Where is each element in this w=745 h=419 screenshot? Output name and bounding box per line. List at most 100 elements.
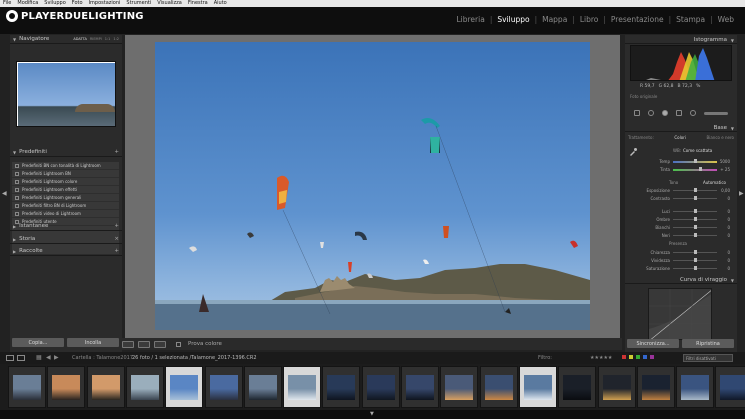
- slider-value[interactable]: 0: [727, 233, 730, 238]
- menu-item-file[interactable]: File: [3, 0, 11, 7]
- treatment-color[interactable]: Colori: [674, 135, 686, 142]
- filmstrip-thumbnail[interactable]: [243, 366, 282, 408]
- slider-temp[interactable]: Temp 5000: [630, 158, 732, 165]
- before-after-icon[interactable]: [138, 340, 150, 348]
- slider-esposizione[interactable]: Esposizione 0,00: [630, 187, 732, 194]
- compare-view-icon[interactable]: [154, 340, 166, 348]
- slider-value[interactable]: 0: [727, 225, 730, 230]
- slider-value[interactable]: + 25: [720, 167, 730, 172]
- menu-item-sviluppo[interactable]: Sviluppo: [44, 0, 66, 7]
- slider-saturazione[interactable]: Saturazione 0: [630, 265, 732, 272]
- wb-select[interactable]: Come scattata: [683, 148, 712, 153]
- slider-luci[interactable]: Luci 0: [630, 208, 732, 215]
- presets-header[interactable]: ▼ Predefiniti +: [10, 148, 122, 157]
- menu-item-foto[interactable]: Foto: [72, 0, 83, 7]
- filmstrip-thumbnail[interactable]: [8, 366, 46, 408]
- adjustment-brush-icon[interactable]: [704, 111, 728, 115]
- collections-header[interactable]: ▶ Raccolte +: [10, 247, 122, 256]
- slider-knob[interactable]: [693, 233, 697, 237]
- slider-value[interactable]: 0: [727, 250, 730, 255]
- tone-curve[interactable]: [648, 288, 712, 340]
- module-libreria[interactable]: Libreria: [451, 15, 489, 24]
- module-presentazione[interactable]: Presentazione: [606, 15, 669, 24]
- menu-item-strumenti[interactable]: Strumenti: [126, 0, 151, 7]
- slider-value[interactable]: 0: [727, 217, 730, 222]
- add-collection-icon[interactable]: +: [114, 248, 119, 254]
- slider-track[interactable]: [673, 169, 717, 171]
- clear-history-icon[interactable]: ×: [114, 236, 119, 242]
- slider-knob[interactable]: [693, 196, 697, 200]
- filmstrip-thumbnail[interactable]: [479, 366, 518, 408]
- slider-knob[interactable]: [693, 250, 697, 254]
- slider-ombre[interactable]: Ombre 0: [630, 216, 732, 223]
- color-label-filters[interactable]: [622, 355, 662, 360]
- slider-knob[interactable]: [693, 188, 697, 192]
- back-arrow-icon[interactable]: ◀: [46, 354, 51, 361]
- filmstrip-thumbnail[interactable]: [558, 366, 597, 408]
- rating-filter-stars[interactable]: ★★★★★: [590, 355, 612, 361]
- menu-item-finestra[interactable]: Finestra: [188, 0, 208, 7]
- folder-label[interactable]: Cartella : Talamone2017: [72, 355, 133, 361]
- filmstrip-thumbnail[interactable]: [322, 366, 361, 408]
- navigator-zoom-option[interactable]: RIEMPI: [90, 37, 102, 41]
- slider-knob[interactable]: [693, 159, 697, 163]
- filmstrip-thumbnail[interactable]: [440, 366, 479, 408]
- menu-item-modifica[interactable]: Modifica: [17, 0, 38, 7]
- slider-neri[interactable]: Neri 0: [630, 232, 732, 239]
- menu-item-aiuto[interactable]: Aiuto: [214, 0, 227, 7]
- reset-button[interactable]: Ripristina: [682, 339, 734, 348]
- sync-button[interactable]: Sincronizza...: [627, 339, 679, 348]
- histogram[interactable]: [630, 45, 732, 81]
- filmstrip-thumbnail[interactable]: [125, 366, 164, 408]
- filmstrip-thumbnail[interactable]: [204, 366, 243, 408]
- copy-button[interactable]: Copia...: [12, 338, 64, 347]
- slider-value[interactable]: 0: [727, 258, 730, 263]
- radial-filter-icon[interactable]: [690, 110, 696, 116]
- preset-folder[interactable]: Predefiniti Lightroom BN: [12, 170, 119, 178]
- main-photo[interactable]: [155, 42, 590, 330]
- filmstrip-thumbnail[interactable]: [361, 366, 400, 408]
- slider-knob[interactable]: [693, 258, 697, 262]
- navigator-header[interactable]: ▼ Navigatore ADATTA RIEMPI 1:1 1:2: [10, 35, 122, 44]
- slider-knob[interactable]: [693, 266, 697, 270]
- filmstrip-thumbnail[interactable]: [518, 366, 557, 408]
- paste-button[interactable]: Incolla: [67, 338, 119, 347]
- filmstrip-thumbnail[interactable]: [676, 366, 715, 408]
- preset-folder[interactable]: Predefiniti filtro BN di Lightroom: [12, 202, 119, 210]
- forward-arrow-icon[interactable]: ▶: [54, 354, 59, 361]
- right-panel-toggle-icon[interactable]: ▶: [739, 190, 744, 197]
- navigator-view-box[interactable]: [17, 62, 115, 126]
- snapshots-header[interactable]: ▶ Istantanee +: [10, 222, 122, 231]
- slider-contrasto[interactable]: Contrasto 0: [630, 195, 732, 202]
- slider-bianchi[interactable]: Bianchi 0: [630, 224, 732, 231]
- slider-knob[interactable]: [693, 225, 697, 229]
- filmstrip-thumbnail[interactable]: [715, 366, 745, 408]
- tone-curve-header[interactable]: Curva di viraggio ▼: [625, 275, 737, 284]
- monitor-1-icon[interactable]: [6, 355, 14, 361]
- filmstrip-thumbnail[interactable]: [401, 366, 439, 408]
- left-panel-toggle-icon[interactable]: ◀: [2, 190, 7, 197]
- module-web[interactable]: Web: [713, 15, 739, 24]
- slider-knob[interactable]: [693, 217, 697, 221]
- module-libro[interactable]: Libro: [575, 15, 604, 24]
- preset-folder[interactable]: Predefiniti Lightroom colore: [12, 178, 119, 186]
- slider-knob[interactable]: [693, 209, 697, 213]
- add-preset-icon[interactable]: +: [114, 149, 119, 155]
- histogram-header[interactable]: Istogramma ▼: [625, 35, 737, 44]
- red-eye-icon[interactable]: [662, 110, 668, 116]
- preset-folder[interactable]: Predefiniti Lightroom generali: [12, 194, 119, 202]
- history-header[interactable]: ▶ Storia ×: [10, 235, 122, 244]
- loupe-view-icon[interactable]: [122, 340, 134, 348]
- module-sviluppo[interactable]: Sviluppo: [492, 15, 534, 24]
- monitor-2-icon[interactable]: [17, 355, 25, 361]
- navigator-zoom-option[interactable]: 1:1: [105, 37, 111, 41]
- original-photo-label[interactable]: Foto originale: [630, 94, 657, 99]
- preset-folder[interactable]: Predefiniti Lightroom effetti: [12, 186, 119, 194]
- menu-item-impostazioni[interactable]: Impostazioni: [89, 0, 121, 7]
- menu-item-visualizza[interactable]: Visualizza: [157, 0, 182, 7]
- filmstrip-thumbnail[interactable]: [636, 366, 675, 408]
- filmstrip-thumbnail[interactable]: [47, 366, 86, 408]
- navigator-preview[interactable]: [16, 61, 116, 127]
- navigator-zoom-option[interactable]: 1:2: [113, 37, 119, 41]
- navigator-zoom-option[interactable]: ADATTA: [73, 37, 87, 41]
